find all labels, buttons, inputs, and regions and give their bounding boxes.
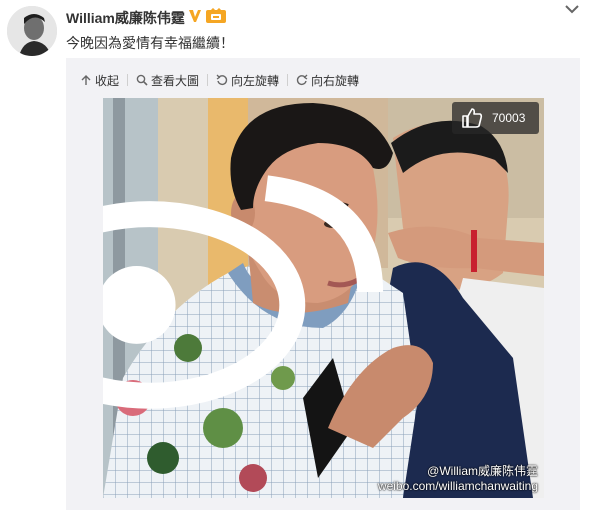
post-photo[interactable]: 70003 @William威廉陈伟霆 weibo.com/williamcha… — [103, 98, 544, 498]
vip-badge-icon[interactable] — [205, 8, 227, 24]
weibo-logo-icon — [103, 175, 384, 409]
rotate-right-icon — [296, 74, 308, 86]
toolbar-divider — [207, 74, 209, 86]
like-button[interactable]: 70003 — [452, 102, 539, 134]
collapse-button[interactable]: 收起 — [80, 72, 119, 89]
watermark-handle: @William威廉陈伟霆 — [427, 464, 538, 478]
photo-watermark: @William威廉陈伟霆 weibo.com/williamchanwaiti… — [378, 464, 538, 494]
magnifier-icon — [136, 74, 148, 86]
rotate-left-icon — [216, 74, 228, 86]
thumbs-up-icon — [462, 108, 483, 128]
toolbar-divider — [127, 74, 129, 86]
rotate-left-button[interactable]: 向左旋轉 — [216, 72, 279, 89]
post-text: 今晚因為愛情有幸福繼續！ — [66, 35, 234, 51]
media-panel: 收起 查看大圖 向左旋轉 向右旋轉 70003 @William威廉陈伟霆 we… — [66, 58, 580, 510]
like-count: 70003 — [492, 111, 526, 125]
rotate-right-button[interactable]: 向右旋轉 — [296, 72, 359, 89]
username-link[interactable]: William威廉陈伟霆 — [66, 8, 185, 28]
view-large-button[interactable]: 查看大圖 — [136, 72, 199, 89]
toolbar-divider — [287, 74, 289, 86]
chevron-down-icon[interactable] — [563, 2, 581, 16]
verified-badge-icon[interactable] — [188, 8, 202, 24]
collapse-label: 收起 — [95, 73, 120, 88]
collapse-arrow-icon — [81, 75, 91, 85]
rotate-left-label: 向左旋轉 — [231, 73, 280, 88]
media-toolbar: 收起 查看大圖 向左旋轉 向右旋轉 — [80, 70, 359, 90]
view-large-label: 查看大圖 — [151, 73, 200, 88]
watermark-url: weibo.com/williamchanwaiting — [377, 479, 538, 493]
rotate-right-label: 向右旋轉 — [311, 73, 360, 88]
avatar[interactable] — [7, 6, 57, 56]
